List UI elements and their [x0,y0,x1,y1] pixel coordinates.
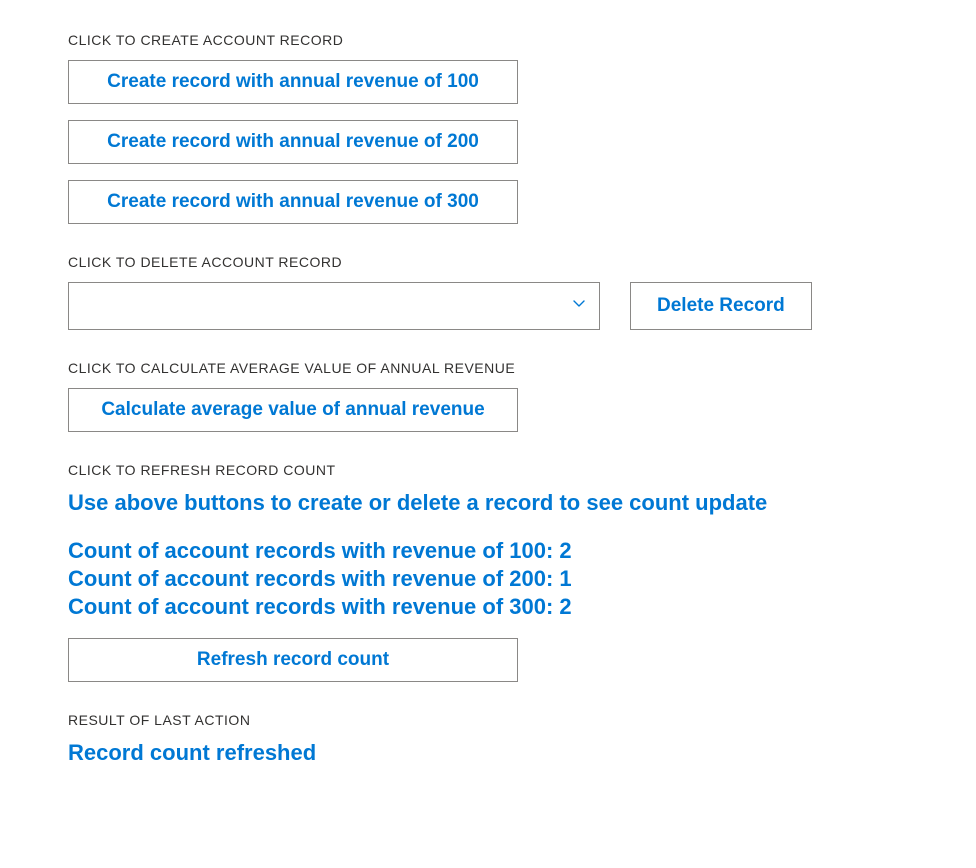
delete-heading: CLICK TO DELETE ACCOUNT RECORD [68,254,976,270]
create-section: CLICK TO CREATE ACCOUNT RECORD Create re… [68,32,976,224]
refresh-instruction: Use above buttons to create or delete a … [68,490,976,516]
record-select[interactable] [68,282,600,330]
calculate-button[interactable]: Calculate average value of annual revenu… [68,388,518,432]
count-200: Count of account records with revenue of… [68,566,976,592]
count-group: Count of account records with revenue of… [68,538,976,620]
refresh-button[interactable]: Refresh record count [68,638,518,682]
count-300: Count of account records with revenue of… [68,594,976,620]
create-100-button[interactable]: Create record with annual revenue of 100 [68,60,518,104]
calculate-section: CLICK TO CALCULATE AVERAGE VALUE OF ANNU… [68,360,976,432]
delete-record-button[interactable]: Delete Record [630,282,812,330]
refresh-heading: CLICK TO REFRESH RECORD COUNT [68,462,976,478]
count-100: Count of account records with revenue of… [68,538,976,564]
delete-row: Delete Record [68,282,976,330]
calculate-heading: CLICK TO CALCULATE AVERAGE VALUE OF ANNU… [68,360,976,376]
create-heading: CLICK TO CREATE ACCOUNT RECORD [68,32,976,48]
record-select-wrapper [68,282,600,330]
create-200-button[interactable]: Create record with annual revenue of 200 [68,120,518,164]
refresh-section: CLICK TO REFRESH RECORD COUNT Use above … [68,462,976,682]
result-section: RESULT OF LAST ACTION Record count refre… [68,712,976,766]
create-300-button[interactable]: Create record with annual revenue of 300 [68,180,518,224]
result-heading: RESULT OF LAST ACTION [68,712,976,728]
delete-section: CLICK TO DELETE ACCOUNT RECORD Delete Re… [68,254,976,330]
result-text: Record count refreshed [68,740,976,766]
